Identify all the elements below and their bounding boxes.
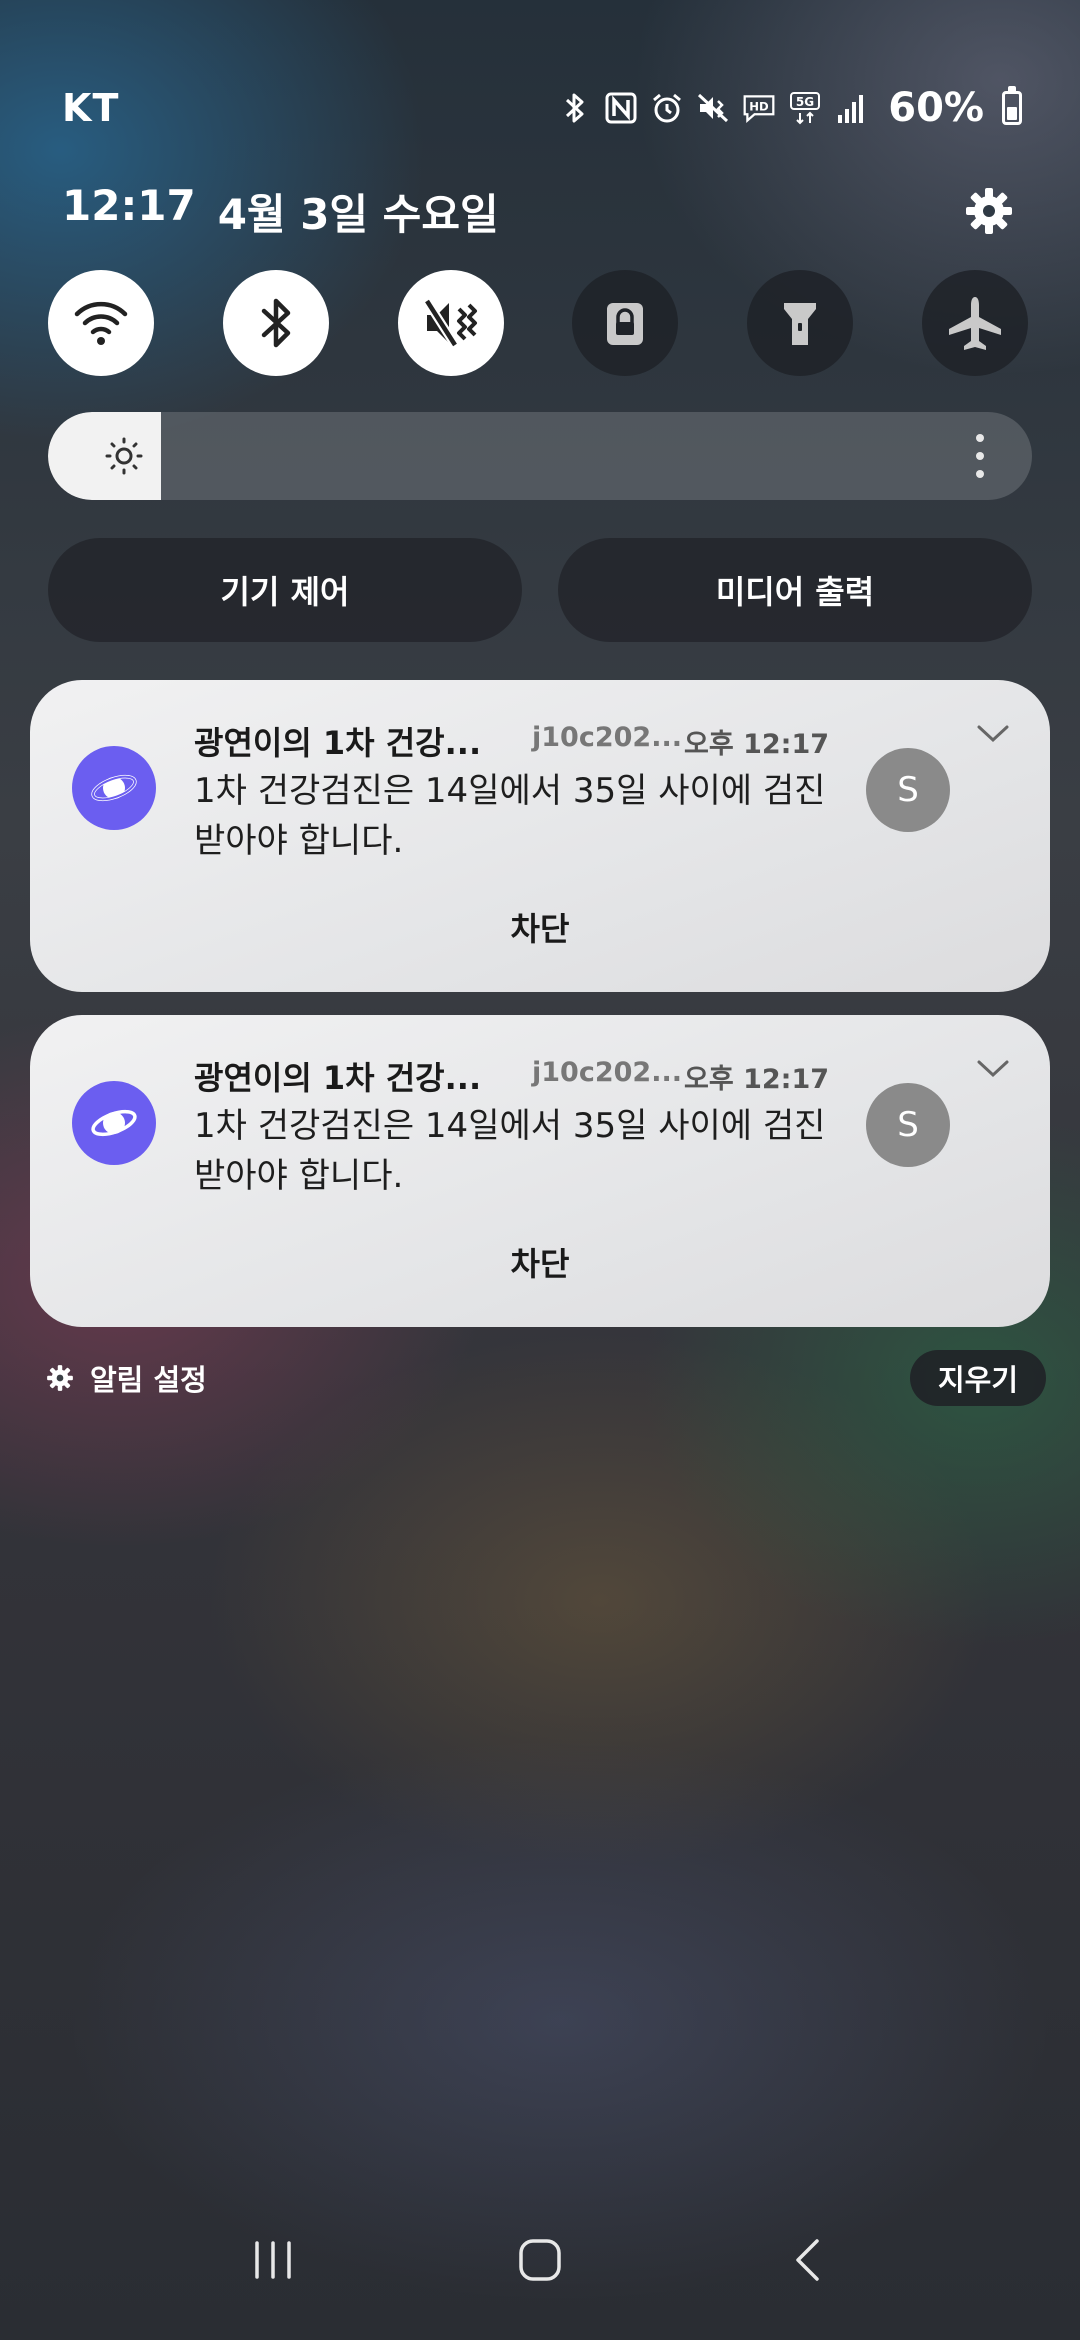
hd-voice-icon: HD <box>742 91 776 125</box>
vibrate-mute-icon <box>696 91 730 125</box>
notification-card[interactable]: 광연이의 1차 건강... j10c202... 오후 12:17 1차 건강검… <box>30 1015 1050 1327</box>
notification-body: 1차 건강검진은 14일에서 35일 사이에 검진 받아야 합니다. <box>194 1106 826 1196</box>
flashlight-icon <box>784 303 817 345</box>
app-icon <box>72 1081 156 1165</box>
status-bar: KT HD 5G 60% <box>62 80 1022 136</box>
notification-sender: j10c202... <box>532 722 682 753</box>
vibrate-toggle[interactable] <box>397 270 504 376</box>
nfc-icon <box>604 91 638 125</box>
battery-icon <box>1002 86 1022 125</box>
bluetooth-status-icon <box>558 91 592 125</box>
notification-footer: 알림 설정 지우기 <box>46 1350 1046 1406</box>
bluetooth-icon <box>261 298 291 348</box>
svg-text:5G: 5G <box>796 95 814 109</box>
notification-settings-button[interactable]: 알림 설정 <box>46 1357 207 1399</box>
battery-level-fill <box>1007 107 1017 120</box>
5g-data-icon: 5G <box>788 91 822 125</box>
home-button[interactable] <box>495 2220 585 2300</box>
planet-icon <box>91 774 137 802</box>
status-icons: HD 5G 60% <box>558 85 1022 131</box>
navigation-bar <box>0 2220 1080 2300</box>
gear-icon <box>47 1365 73 1391</box>
screen-lock-toggle[interactable] <box>572 270 679 376</box>
lock-icon <box>607 303 644 345</box>
media-output-button[interactable]: 미디어 출력 <box>558 538 1032 642</box>
more-dot <box>976 434 984 442</box>
wifi-toggle[interactable] <box>48 270 154 376</box>
notification-body: 1차 건강검진은 14일에서 35일 사이에 검진 받아야 합니다. <box>194 771 826 861</box>
gear-icon <box>966 188 1012 234</box>
sun-icon <box>105 437 143 475</box>
notification-title: 광연이의 1차 건강... <box>194 1059 482 1097</box>
airplane-mode-toggle[interactable] <box>921 270 1028 376</box>
more-dot <box>976 452 984 460</box>
home-icon <box>519 2239 561 2281</box>
back-icon <box>795 2239 819 2281</box>
clock-time: 12:17 <box>62 180 196 230</box>
block-button[interactable]: 차단 <box>30 904 1050 950</box>
carrier-name: KT <box>62 86 120 130</box>
date-row: 12:17 4월 3일 수요일 <box>62 178 1022 244</box>
signal-strength-icon <box>834 91 868 125</box>
more-dot <box>976 470 984 478</box>
bluetooth-toggle[interactable] <box>222 270 329 376</box>
avatar: S <box>866 748 950 832</box>
quick-settings-toggles <box>48 270 1028 376</box>
notification-title: 광연이의 1차 건강... <box>194 724 482 762</box>
block-button[interactable]: 차단 <box>30 1239 1050 1285</box>
recent-apps-icon <box>255 2241 292 2279</box>
chevron-down-icon[interactable] <box>976 724 1010 744</box>
app-icon <box>72 746 156 830</box>
notification-sender: j10c202... <box>532 1057 682 1088</box>
planet-icon <box>91 1109 137 1137</box>
svg-text:HD: HD <box>750 100 770 114</box>
device-control-button[interactable]: 기기 제어 <box>48 538 522 642</box>
date-time: 12:17 4월 3일 수요일 <box>62 181 499 242</box>
wifi-icon <box>74 301 128 345</box>
notification-card[interactable]: 광연이의 1차 건강... j10c202... 오후 12:17 1차 건강검… <box>30 680 1050 992</box>
settings-button[interactable] <box>956 178 1022 244</box>
notification-time: 오후 12:17 <box>684 729 830 760</box>
notification-settings-label: 알림 설정 <box>90 1363 207 1397</box>
recent-apps-button[interactable] <box>228 2220 318 2300</box>
date-label: 4월 3일 수요일 <box>217 189 499 239</box>
vibrate-mute-icon <box>422 298 477 348</box>
brightness-slider[interactable] <box>48 412 1032 500</box>
airplane-icon <box>948 297 1001 350</box>
avatar: S <box>866 1083 950 1167</box>
panel-buttons: 기기 제어 미디어 출력 <box>48 538 1032 642</box>
battery-percentage: 60% <box>888 85 984 131</box>
chevron-down-icon[interactable] <box>976 1059 1010 1079</box>
notification-time: 오후 12:17 <box>684 1064 830 1095</box>
clear-all-button[interactable]: 지우기 <box>909 1350 1046 1406</box>
back-button[interactable] <box>762 2220 852 2300</box>
brightness-more-options-button[interactable] <box>970 434 990 478</box>
flashlight-toggle[interactable] <box>747 270 854 376</box>
alarm-icon <box>650 91 684 125</box>
